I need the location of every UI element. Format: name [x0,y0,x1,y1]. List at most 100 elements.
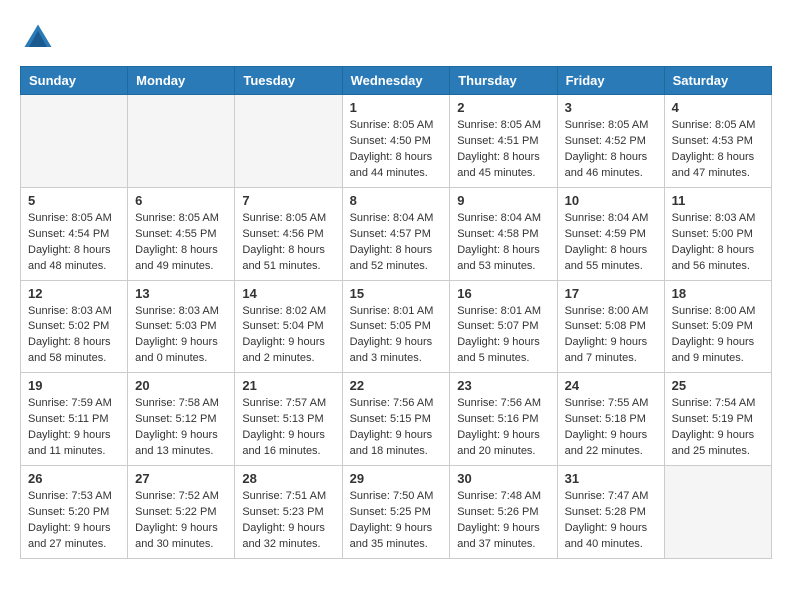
day-number: 14 [242,286,334,301]
day-number: 30 [457,471,549,486]
day-number: 26 [28,471,120,486]
day-cell: 14 Sunrise: 8:02 AM Sunset: 5:04 PM Dayli… [235,280,342,373]
day-info: Sunrise: 7:53 AM Sunset: 5:20 PM Dayligh… [28,489,120,553]
day-cell: 31 Sunrise: 7:47 AM Sunset: 5:28 PM Dayli… [557,466,664,559]
day-number: 17 [565,286,657,301]
day-number: 5 [28,193,120,208]
day-cell: 17 Sunrise: 8:00 AM Sunset: 5:08 PM Dayli… [557,280,664,373]
week-row-5: 26 Sunrise: 7:53 AM Sunset: 5:20 PM Dayli… [21,466,772,559]
day-info: Sunrise: 7:54 AM Sunset: 5:19 PM Dayligh… [672,396,764,460]
day-info: Sunrise: 8:04 AM Sunset: 4:57 PM Dayligh… [350,211,443,275]
header-wednesday: Wednesday [342,67,450,95]
day-number: 12 [28,286,120,301]
day-cell: 18 Sunrise: 8:00 AM Sunset: 5:09 PM Dayli… [664,280,771,373]
day-info: Sunrise: 8:03 AM Sunset: 5:00 PM Dayligh… [672,211,764,275]
day-number: 24 [565,378,657,393]
day-cell: 21 Sunrise: 7:57 AM Sunset: 5:13 PM Dayli… [235,373,342,466]
day-cell: 27Sunrise: 7:52 AM Sunset: 5:22 PM Dayli… [128,466,235,559]
day-info: Sunrise: 8:05 AM Sunset: 4:53 PM Dayligh… [672,118,764,182]
day-number: 2 [457,100,549,115]
day-cell: 7 Sunrise: 8:05 AM Sunset: 4:56 PM Daylig… [235,187,342,280]
day-info: Sunrise: 8:01 AM Sunset: 5:07 PM Dayligh… [457,304,549,368]
day-cell: 8 Sunrise: 8:04 AM Sunset: 4:57 PM Daylig… [342,187,450,280]
day-info: Sunrise: 8:05 AM Sunset: 4:52 PM Dayligh… [565,118,657,182]
day-cell [664,466,771,559]
day-cell: 2 Sunrise: 8:05 AM Sunset: 4:51 PM Daylig… [450,95,557,188]
day-number: 18 [672,286,764,301]
day-number: 10 [565,193,657,208]
day-info: Sunrise: 8:00 AM Sunset: 5:08 PM Dayligh… [565,304,657,368]
day-info: Sunrise: 8:05 AM Sunset: 4:54 PM Dayligh… [28,211,120,275]
day-cell: 9Sunrise: 8:04 AM Sunset: 4:58 PM Daylig… [450,187,557,280]
day-info: Sunrise: 8:01 AM Sunset: 5:05 PM Dayligh… [350,304,443,368]
week-row-1: 1 Sunrise: 8:05 AM Sunset: 4:50 PM Daylig… [21,95,772,188]
header-sunday: Sunday [21,67,128,95]
day-cell: 15 Sunrise: 8:01 AM Sunset: 5:05 PM Dayli… [342,280,450,373]
day-number: 31 [565,471,657,486]
day-cell: 26 Sunrise: 7:53 AM Sunset: 5:20 PM Dayli… [21,466,128,559]
day-number: 28 [242,471,334,486]
day-cell [235,95,342,188]
logo-icon [20,20,56,56]
day-number: 19 [28,378,120,393]
day-cell: 11 Sunrise: 8:03 AM Sunset: 5:00 PM Dayli… [664,187,771,280]
day-info: Sunrise: 7:56 AM Sunset: 5:16 PM Dayligh… [457,396,549,460]
day-cell: 1 Sunrise: 8:05 AM Sunset: 4:50 PM Daylig… [342,95,450,188]
day-info: Sunrise: 8:05 AM Sunset: 4:50 PM Dayligh… [350,118,443,182]
day-info: Sunrise: 8:05 AM Sunset: 4:56 PM Dayligh… [242,211,334,275]
day-info: Sunrise: 8:03 AM Sunset: 5:02 PM Dayligh… [28,304,120,368]
header-tuesday: Tuesday [235,67,342,95]
day-cell: 10 Sunrise: 8:04 AM Sunset: 4:59 PM Dayli… [557,187,664,280]
week-row-4: 19Sunrise: 7:59 AM Sunset: 5:11 PM Dayli… [21,373,772,466]
day-info: Sunrise: 7:56 AM Sunset: 5:15 PM Dayligh… [350,396,443,460]
day-number: 29 [350,471,443,486]
day-number: 6 [135,193,227,208]
day-number: 16 [457,286,549,301]
day-number: 13 [135,286,227,301]
day-cell: 22Sunrise: 7:56 AM Sunset: 5:15 PM Dayli… [342,373,450,466]
day-number: 9 [457,193,549,208]
day-cell: 16 Sunrise: 8:01 AM Sunset: 5:07 PM Dayli… [450,280,557,373]
day-number: 23 [457,378,549,393]
day-number: 4 [672,100,764,115]
day-cell: 23 Sunrise: 7:56 AM Sunset: 5:16 PM Dayli… [450,373,557,466]
day-cell: 3 Sunrise: 8:05 AM Sunset: 4:52 PM Daylig… [557,95,664,188]
day-info: Sunrise: 7:57 AM Sunset: 5:13 PM Dayligh… [242,396,334,460]
day-info: Sunrise: 8:02 AM Sunset: 5:04 PM Dayligh… [242,304,334,368]
day-info: Sunrise: 7:55 AM Sunset: 5:18 PM Dayligh… [565,396,657,460]
page-header [20,20,772,56]
day-cell: 28 Sunrise: 7:51 AM Sunset: 5:23 PM Dayli… [235,466,342,559]
day-cell: 25Sunrise: 7:54 AM Sunset: 5:19 PM Dayli… [664,373,771,466]
day-cell: 29Sunrise: 7:50 AM Sunset: 5:25 PM Dayli… [342,466,450,559]
day-info: Sunrise: 8:00 AM Sunset: 5:09 PM Dayligh… [672,304,764,368]
day-info: Sunrise: 8:05 AM Sunset: 4:55 PM Dayligh… [135,211,227,275]
day-info: Sunrise: 7:58 AM Sunset: 5:12 PM Dayligh… [135,396,227,460]
day-info: Sunrise: 8:05 AM Sunset: 4:51 PM Dayligh… [457,118,549,182]
day-info: Sunrise: 7:52 AM Sunset: 5:22 PM Dayligh… [135,489,227,553]
day-info: Sunrise: 7:51 AM Sunset: 5:23 PM Dayligh… [242,489,334,553]
header-thursday: Thursday [450,67,557,95]
day-cell [128,95,235,188]
header-friday: Friday [557,67,664,95]
day-number: 20 [135,378,227,393]
calendar-table: SundayMondayTuesdayWednesdayThursdayFrid… [20,66,772,559]
day-number: 3 [565,100,657,115]
day-number: 8 [350,193,443,208]
day-cell: 4 Sunrise: 8:05 AM Sunset: 4:53 PM Daylig… [664,95,771,188]
day-number: 15 [350,286,443,301]
day-number: 1 [350,100,443,115]
day-cell: 24 Sunrise: 7:55 AM Sunset: 5:18 PM Dayli… [557,373,664,466]
week-row-2: 5 Sunrise: 8:05 AM Sunset: 4:54 PM Daylig… [21,187,772,280]
day-cell: 19Sunrise: 7:59 AM Sunset: 5:11 PM Dayli… [21,373,128,466]
day-number: 11 [672,193,764,208]
week-row-3: 12 Sunrise: 8:03 AM Sunset: 5:02 PM Dayli… [21,280,772,373]
day-cell [21,95,128,188]
day-cell: 5 Sunrise: 8:05 AM Sunset: 4:54 PM Daylig… [21,187,128,280]
day-info: Sunrise: 7:47 AM Sunset: 5:28 PM Dayligh… [565,489,657,553]
day-info: Sunrise: 8:04 AM Sunset: 4:59 PM Dayligh… [565,211,657,275]
day-number: 21 [242,378,334,393]
day-info: Sunrise: 8:03 AM Sunset: 5:03 PM Dayligh… [135,304,227,368]
day-cell: 13 Sunrise: 8:03 AM Sunset: 5:03 PM Dayli… [128,280,235,373]
day-number: 7 [242,193,334,208]
day-info: Sunrise: 7:48 AM Sunset: 5:26 PM Dayligh… [457,489,549,553]
